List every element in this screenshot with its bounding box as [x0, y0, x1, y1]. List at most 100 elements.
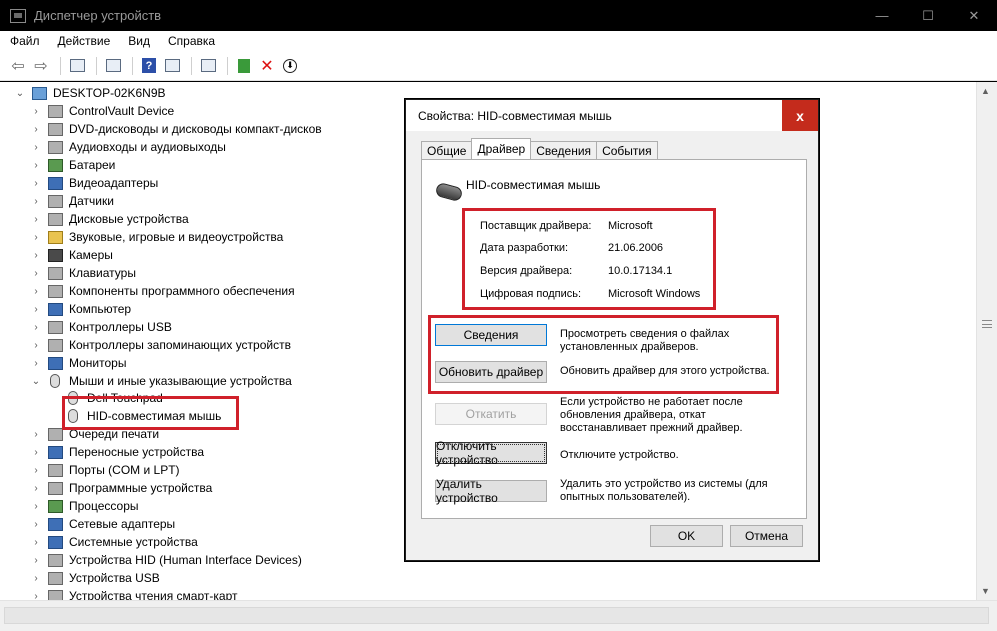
tree-item[interactable]: › Программные устройства — [30, 479, 212, 497]
tab-events[interactable]: События — [596, 141, 658, 159]
enable-device-toolbar-button[interactable]: ⬇ — [280, 56, 300, 76]
device-category-icon — [48, 463, 63, 477]
tree-item[interactable]: › Датчики — [30, 192, 114, 210]
expand-icon[interactable]: › — [30, 573, 42, 584]
tree-item-label: Сетевые адаптеры — [69, 517, 176, 531]
tree-item[interactable]: › Системные устройства — [30, 533, 197, 551]
expand-icon[interactable]: › — [30, 519, 42, 530]
tree-item[interactable]: › Мониторы — [30, 354, 126, 372]
expand-icon[interactable]: › — [30, 214, 42, 225]
tree-item[interactable]: › Видеоадаптеры — [30, 174, 158, 192]
properties-button[interactable] — [103, 56, 123, 76]
minimize-button[interactable]: — — [859, 0, 905, 31]
expand-icon[interactable]: › — [30, 447, 42, 458]
ok-button[interactable]: OK — [650, 525, 723, 547]
tree-item[interactable]: › Камеры — [30, 246, 113, 264]
tree-item[interactable]: › Компоненты программного обеспечения — [30, 282, 295, 300]
expand-icon[interactable]: › — [30, 268, 42, 279]
tree-root[interactable]: ⌄ DESKTOP-02K6N9B — [14, 84, 166, 102]
device-category-icon — [48, 266, 63, 280]
forward-button[interactable]: ⇨ — [31, 56, 51, 76]
tree-item-label: Видеоадаптеры — [69, 176, 159, 190]
horizontal-scroll-thumb[interactable] — [4, 607, 989, 624]
expand-icon[interactable]: › — [30, 286, 42, 297]
dialog-close-button[interactable]: x — [782, 100, 818, 131]
expand-icon[interactable]: › — [30, 555, 42, 566]
close-window-button[interactable]: ✕ — [951, 0, 997, 31]
tree-item-label: Аудиовходы и аудиовыходы — [69, 140, 226, 154]
help-button[interactable]: ? — [139, 56, 159, 76]
show-hide-console-tree-button[interactable] — [67, 56, 87, 76]
menu-file[interactable]: Файл — [8, 33, 42, 49]
tab-details[interactable]: Сведения — [530, 141, 598, 159]
disable-device-desc: Отключите устройство. — [560, 449, 679, 461]
action-pane-button[interactable] — [162, 56, 182, 76]
expand-icon[interactable]: › — [30, 483, 42, 494]
tree-item[interactable]: ⌄ Мыши и иные указывающие устройства — [30, 372, 292, 390]
scroll-up-icon[interactable]: ▲ — [981, 86, 990, 96]
expand-icon[interactable]: › — [30, 250, 42, 261]
horizontal-scrollbar[interactable] — [0, 600, 997, 631]
expand-icon[interactable]: › — [30, 232, 42, 243]
tree-item[interactable]: › Клавиатуры — [30, 264, 136, 282]
uninstall-toolbar-button[interactable]: ✕ — [257, 56, 277, 76]
tree-item[interactable]: › Контроллеры USB — [30, 318, 172, 336]
menu-view[interactable]: Вид — [126, 33, 152, 49]
tree-item[interactable]: › Звуковые, игровые и видеоустройства — [30, 228, 283, 246]
expand-icon[interactable]: › — [30, 196, 42, 207]
tree-item[interactable]: › DVD-дисководы и дисководы компакт-диско… — [30, 120, 321, 138]
expand-icon[interactable]: › — [30, 429, 42, 440]
tree-item[interactable]: › Переносные устройства — [30, 443, 204, 461]
tree-item[interactable]: › Устройства чтения смарт-карт — [30, 587, 237, 600]
tree-item[interactable]: › Порты (COM и LPT) — [30, 461, 179, 479]
tree-item[interactable]: › Компьютер — [30, 300, 131, 318]
expand-icon[interactable]: › — [30, 591, 42, 601]
maximize-button[interactable]: ☐ — [905, 0, 951, 31]
tree-item[interactable]: › ControlVault Device — [30, 102, 174, 120]
tree-item[interactable]: › Сетевые адаптеры — [30, 515, 175, 533]
tree-item[interactable]: › Аудиовходы и аудиовыходы — [30, 138, 226, 156]
collapse-icon[interactable]: ⌄ — [14, 88, 26, 99]
menu-action[interactable]: Действие — [56, 33, 113, 49]
tree-item[interactable]: › Процессоры — [30, 497, 138, 515]
expand-icon[interactable]: › — [30, 178, 42, 189]
tree-item-label: Дисковые устройства — [69, 212, 189, 226]
tree-item[interactable]: › Устройства HID (Human Interface Devices… — [30, 551, 302, 569]
expand-icon[interactable]: › — [30, 304, 42, 315]
tree-item[interactable]: › Дисковые устройства — [30, 210, 189, 228]
expand-icon[interactable]: › — [30, 124, 42, 135]
expand-icon[interactable]: › — [30, 160, 42, 171]
tree-item[interactable]: › Батареи — [30, 156, 115, 174]
scroll-down-icon[interactable]: ▼ — [981, 586, 990, 596]
expand-icon[interactable]: › — [30, 142, 42, 153]
tree-item[interactable]: › Контроллеры запоминающих устройств — [30, 336, 291, 354]
update-driver-toolbar-button[interactable] — [234, 56, 254, 76]
expand-icon[interactable]: › — [30, 358, 42, 369]
rollback-driver-button[interactable]: Откатить — [435, 403, 547, 425]
tree-item[interactable]: › Устройства USB — [30, 569, 159, 587]
scroll-thumb[interactable] — [982, 320, 992, 328]
tree-item-label: Клавиатуры — [69, 266, 136, 280]
back-button[interactable]: ⇦ — [8, 56, 28, 76]
menu-help[interactable]: Справка — [166, 33, 217, 49]
expand-icon[interactable]: › — [30, 501, 42, 512]
tree-item-label: Датчики — [69, 194, 114, 208]
expand-icon[interactable]: › — [30, 322, 42, 333]
disable-device-button[interactable]: Отключить устройство — [435, 439, 547, 467]
tree-item-label: Звуковые, игровые и видеоустройства — [69, 230, 284, 244]
expand-icon[interactable]: › — [30, 106, 42, 117]
vertical-scrollbar[interactable]: ▲ ▼ — [976, 82, 997, 600]
cancel-button[interactable]: Отмена — [730, 525, 803, 547]
expand-icon[interactable]: › — [30, 340, 42, 351]
properties-dialog: Свойства: HID-совместимая мышь x Общие Д… — [404, 98, 820, 562]
tab-driver[interactable]: Драйвер — [471, 138, 532, 159]
uninstall-device-button[interactable]: Удалить устройство — [435, 477, 547, 505]
tree-item-label: Компоненты программного обеспечения — [69, 284, 295, 298]
device-category-icon — [48, 158, 63, 172]
toolbar-separator — [227, 56, 228, 75]
expand-icon[interactable]: › — [30, 465, 42, 476]
scan-hardware-button[interactable] — [198, 56, 218, 76]
expand-icon[interactable]: › — [30, 537, 42, 548]
tab-general[interactable]: Общие — [421, 141, 473, 159]
collapse-icon[interactable]: ⌄ — [30, 376, 42, 387]
